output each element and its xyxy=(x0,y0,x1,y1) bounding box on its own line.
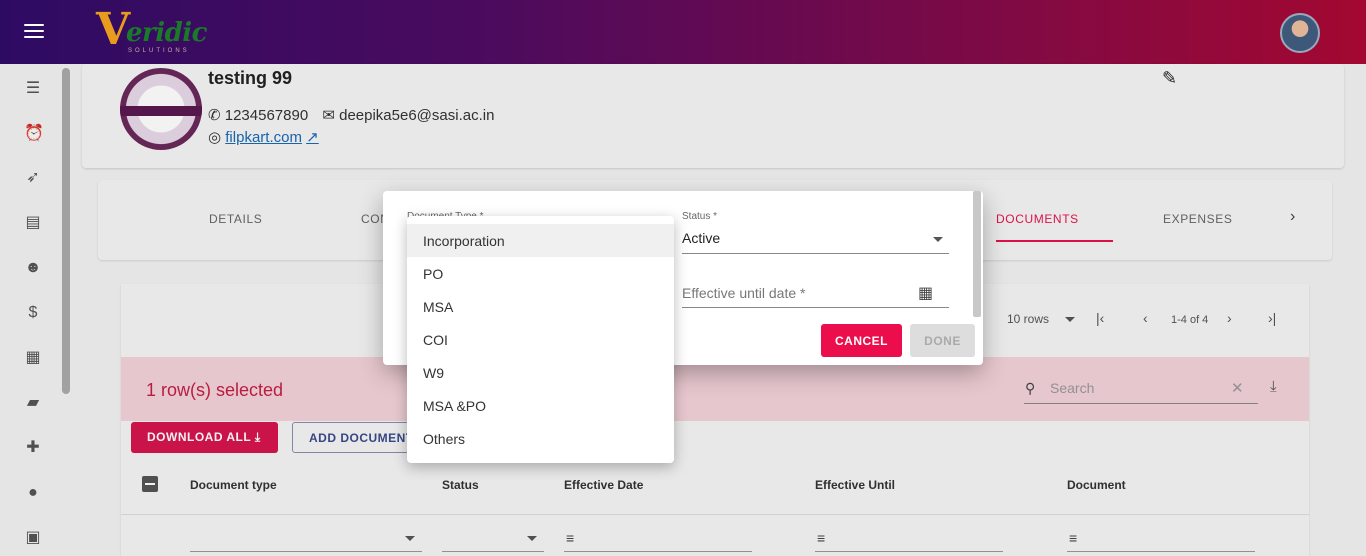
last-page-icon[interactable]: ›| xyxy=(1268,310,1276,326)
profile-card: testing 99 ✆ 1234567890 ✉ deepika5e6@sas… xyxy=(82,64,1344,168)
menu-icon[interactable] xyxy=(24,24,44,40)
tab-documents[interactable]: DOCUMENTS xyxy=(996,212,1079,226)
mail-icon: ✉ xyxy=(322,107,335,124)
user-avatar[interactable] xyxy=(1280,13,1320,53)
filter-icon[interactable]: ≡ xyxy=(566,530,574,546)
select-all-checkbox[interactable] xyxy=(142,476,158,492)
phone-number: 1234567890 xyxy=(224,107,309,124)
filter-icon[interactable]: ≡ xyxy=(1069,530,1077,546)
chevron-down-icon[interactable] xyxy=(405,536,415,541)
add-document-label: ADD DOCUMENT xyxy=(309,431,414,445)
logo-tagline: SOLUTIONS xyxy=(128,48,190,54)
dialog-scrollbar[interactable] xyxy=(973,191,981,317)
briefcase-icon[interactable]: ▣ xyxy=(24,529,42,547)
effective-until-filter[interactable] xyxy=(815,551,1003,552)
document-type-dropdown: Incorporation PO MSA COI W9 MSA &PO Othe… xyxy=(407,216,674,463)
profile-name: testing 99 xyxy=(208,68,293,88)
tab-details[interactable]: DETAILS xyxy=(209,212,262,226)
contact-row: ✆ 1234567890 ✉ deepika5e6@sasi.ac.in xyxy=(208,106,494,124)
rows-per-page-select[interactable]: 10 rows xyxy=(1007,312,1049,326)
dollar-icon[interactable]: $ xyxy=(24,304,42,322)
checklist-icon[interactable]: ☰ xyxy=(24,80,42,98)
search-input[interactable]: Search xyxy=(1050,380,1094,396)
download-all-label: DOWNLOAD ALL xyxy=(147,430,251,444)
effective-until-underline xyxy=(682,307,949,308)
logo: V eridic SOLUTIONS xyxy=(92,4,212,60)
status-select[interactable]: Active xyxy=(682,230,720,246)
download-all-button[interactable]: DOWNLOAD ALL ⤓ xyxy=(131,422,278,453)
cancel-button[interactable]: CANCEL xyxy=(821,324,902,357)
effective-date-filter[interactable] xyxy=(564,551,752,552)
page-range: 1-4 of 4 xyxy=(1171,314,1209,326)
document-filter[interactable] xyxy=(1067,551,1255,552)
chat-icon[interactable]: ▰ xyxy=(24,394,42,412)
column-status[interactable]: Status xyxy=(442,478,479,492)
filter-icon[interactable]: ≡ xyxy=(817,530,825,546)
list-icon[interactable]: ▤ xyxy=(24,214,42,232)
option-w9[interactable]: W9 xyxy=(407,356,674,389)
download-icon: ⤓ xyxy=(254,430,261,444)
option-po[interactable]: PO xyxy=(407,257,674,290)
first-page-icon[interactable]: |‹ xyxy=(1096,310,1104,326)
option-msa-po[interactable]: MSA &PO xyxy=(407,389,674,422)
status-underline xyxy=(682,253,949,254)
external-link-icon[interactable]: ↗ xyxy=(306,129,319,146)
selection-bar xyxy=(121,357,1309,421)
globe-icon: ◎ xyxy=(208,129,222,146)
selection-count: 1 row(s) selected xyxy=(146,380,284,400)
logo-text: eridic xyxy=(126,18,208,48)
option-others[interactable]: Others xyxy=(407,422,674,455)
tab-expenses[interactable]: EXPENSES xyxy=(1163,212,1233,226)
download-icon[interactable]: ⤓ xyxy=(1270,378,1277,395)
chevron-down-icon[interactable] xyxy=(933,237,943,242)
website-row: ◎ filpkart.com ↗ xyxy=(208,128,319,146)
column-document[interactable]: Document xyxy=(1067,478,1126,492)
sidebar-scrollbar[interactable] xyxy=(62,68,70,394)
group-icon[interactable]: ● xyxy=(24,484,42,502)
edit-icon[interactable]: ✎ xyxy=(1162,68,1177,89)
status-filter[interactable] xyxy=(442,551,544,552)
phone-icon: ✆ xyxy=(208,107,221,124)
prev-page-icon[interactable]: ‹ xyxy=(1143,310,1148,326)
search-underline xyxy=(1024,403,1258,404)
option-msa[interactable]: MSA xyxy=(407,290,674,323)
chevron-right-icon[interactable]: › xyxy=(1290,208,1295,226)
search-icon: ⚲ xyxy=(1025,380,1036,396)
next-page-icon[interactable]: › xyxy=(1227,310,1232,326)
person-rocket-icon[interactable]: ☻ xyxy=(24,259,42,277)
option-incorporation[interactable]: Incorporation xyxy=(407,224,674,257)
header-divider xyxy=(121,514,1309,515)
rows-per-page-value: 10 rows xyxy=(1007,312,1050,326)
column-effective-until[interactable]: Effective Until xyxy=(815,478,895,492)
profile-picture xyxy=(120,68,202,150)
email: deepika5e6@sasi.ac.in xyxy=(339,107,495,124)
alarm-icon[interactable]: ⏰ xyxy=(24,125,44,143)
option-coi[interactable]: COI xyxy=(407,323,674,356)
document-type-filter[interactable] xyxy=(190,551,422,552)
document-icon[interactable]: ▦ xyxy=(24,349,42,367)
clear-search-icon[interactable]: ✕ xyxy=(1231,379,1244,397)
status-label: Status * xyxy=(682,211,718,222)
chevron-down-icon[interactable] xyxy=(1065,317,1075,322)
column-effective-date[interactable]: Effective Date xyxy=(564,478,643,492)
effective-until-input[interactable]: Effective until date * xyxy=(682,285,805,301)
chevron-down-icon[interactable] xyxy=(527,536,537,541)
done-button[interactable]: DONE xyxy=(910,324,975,357)
calendar-icon[interactable]: ▦ xyxy=(918,283,933,303)
rocket-icon[interactable]: ➶ xyxy=(24,169,42,187)
active-tab-indicator xyxy=(996,240,1113,242)
add-document-button[interactable]: ADD DOCUMENT xyxy=(292,422,422,453)
top-bar: V eridic SOLUTIONS xyxy=(0,0,1366,64)
add-user-icon[interactable]: ✚ xyxy=(24,439,42,457)
website-link[interactable]: filpkart.com xyxy=(225,129,302,146)
column-document-type[interactable]: Document type xyxy=(190,478,277,492)
